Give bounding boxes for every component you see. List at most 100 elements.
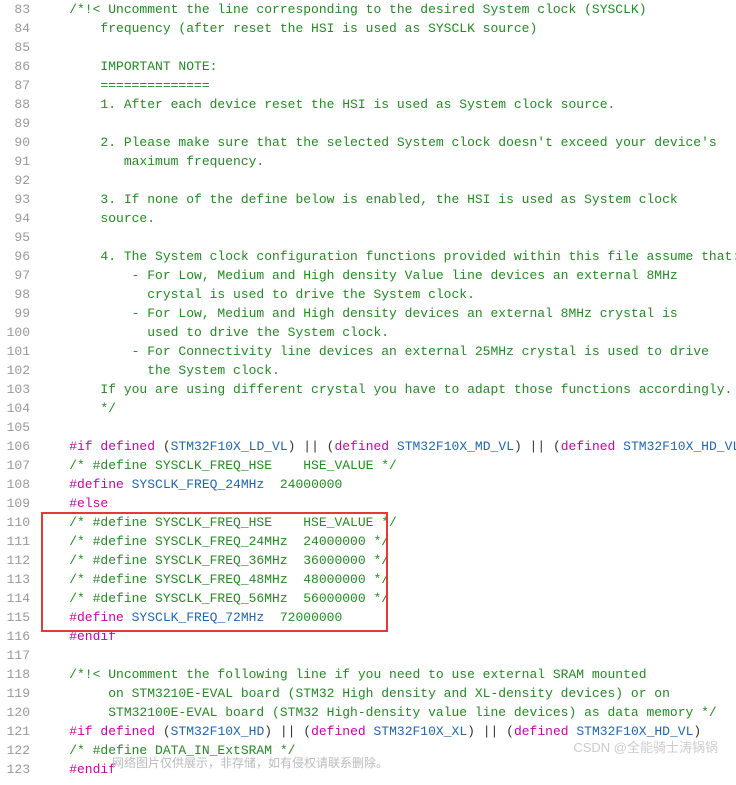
line-number: 83 — [0, 0, 30, 19]
line-number: 111 — [0, 532, 30, 551]
code-line: #endif — [38, 627, 736, 646]
line-number: 102 — [0, 361, 30, 380]
code-line: #define SYSCLK_FREQ_72MHz 72000000 — [38, 608, 736, 627]
token-plain — [38, 38, 46, 57]
code-line: /* #define SYSCLK_FREQ_36MHz 36000000 */ — [38, 551, 736, 570]
token-comment: the System clock. — [38, 361, 280, 380]
token-comment: on STM3210E-EVAL board (STM32 High densi… — [38, 684, 670, 703]
token-directive: #if defined — [38, 437, 163, 456]
token-comment: 3. If none of the define below is enable… — [38, 190, 678, 209]
code-line: ============== — [38, 76, 736, 95]
line-number: 84 — [0, 19, 30, 38]
token-comment: /* #define SYSCLK_FREQ_HSE HSE_VALUE */ — [38, 513, 397, 532]
line-number: 120 — [0, 703, 30, 722]
token-comment: /* #define SYSCLK_FREQ_24MHz 24000000 */ — [38, 532, 389, 551]
line-number: 93 — [0, 190, 30, 209]
line-number: 107 — [0, 456, 30, 475]
line-number: 91 — [0, 152, 30, 171]
token-comment: frequency (after reset the HSI is used a… — [38, 19, 537, 38]
token-comment: 1. After each device reset the HSI is us… — [38, 95, 615, 114]
token-comment: source. — [38, 209, 155, 228]
code-line: If you are using different crystal you h… — [38, 380, 736, 399]
line-number: 109 — [0, 494, 30, 513]
line-number: 90 — [0, 133, 30, 152]
token-directive: #endif — [38, 627, 116, 646]
code-line: #else — [38, 494, 736, 513]
token-comment: /* #define SYSCLK_FREQ_56MHz 56000000 */ — [38, 589, 389, 608]
line-number: 118 — [0, 665, 30, 684]
line-number: 106 — [0, 437, 30, 456]
token-plain — [38, 171, 46, 190]
token-comment: crystal is used to drive the System cloc… — [38, 285, 475, 304]
token-macro: SYSCLK_FREQ_24MHz — [132, 475, 265, 494]
code-line: #if defined (STM32F10X_HD) || (defined S… — [38, 722, 736, 741]
code-content: /*!< Uncomment the line corresponding to… — [38, 0, 736, 779]
token-comment: maximum frequency. — [38, 152, 264, 171]
token-directive: defined — [311, 722, 373, 741]
token-directive: defined — [514, 722, 576, 741]
line-number: 117 — [0, 646, 30, 665]
token-op: ( — [163, 722, 171, 741]
line-number: 108 — [0, 475, 30, 494]
token-op: ( — [163, 437, 171, 456]
token-op: ) — [693, 722, 701, 741]
token-number: 24000000 — [280, 475, 342, 494]
code-line: frequency (after reset the HSI is used a… — [38, 19, 736, 38]
line-number: 85 — [0, 38, 30, 57]
code-line: #if defined (STM32F10X_LD_VL) || (define… — [38, 437, 736, 456]
token-op: ) || ( — [467, 722, 514, 741]
code-block: 8384858687888990919293949596979899100101… — [0, 0, 736, 779]
token-macro: STM32F10X_HD_VL — [623, 437, 736, 456]
code-line — [38, 114, 736, 133]
code-line: */ — [38, 399, 736, 418]
token-number: 72000000 — [280, 608, 342, 627]
token-directive: defined — [561, 437, 623, 456]
token-comment: If you are using different crystal you h… — [38, 380, 732, 399]
token-comment: /* #define SYSCLK_FREQ_48MHz 48000000 */ — [38, 570, 389, 589]
line-number: 95 — [0, 228, 30, 247]
line-number: 86 — [0, 57, 30, 76]
token-macro: STM32F10X_HD_VL — [576, 722, 693, 741]
token-op — [264, 608, 280, 627]
token-comment: /*!< Uncomment the line corresponding to… — [38, 0, 647, 19]
code-line: 2. Please make sure that the selected Sy… — [38, 133, 736, 152]
token-comment: IMPORTANT NOTE: — [38, 57, 217, 76]
token-comment: /* #define SYSCLK_FREQ_HSE HSE_VALUE */ — [38, 456, 397, 475]
code-line: STM32100E-EVAL board (STM32 High-density… — [38, 703, 736, 722]
line-number: 122 — [0, 741, 30, 760]
line-number: 112 — [0, 551, 30, 570]
line-number: 92 — [0, 171, 30, 190]
line-number: 96 — [0, 247, 30, 266]
token-comment: - For Low, Medium and High density devic… — [38, 304, 678, 323]
token-plain — [38, 646, 46, 665]
token-comment: /*!< Uncomment the following line if you… — [38, 665, 647, 684]
line-number: 97 — [0, 266, 30, 285]
line-number: 100 — [0, 323, 30, 342]
code-line: - For Low, Medium and High density devic… — [38, 304, 736, 323]
token-op: ) || ( — [288, 437, 335, 456]
token-comment: ============== — [38, 76, 210, 95]
token-comment: /* #define DATA_IN_ExtSRAM */ — [38, 741, 295, 760]
line-number: 119 — [0, 684, 30, 703]
code-line: /*!< Uncomment the following line if you… — [38, 665, 736, 684]
code-line: 1. After each device reset the HSI is us… — [38, 95, 736, 114]
code-line: /* #define SYSCLK_FREQ_HSE HSE_VALUE */ — [38, 513, 736, 532]
code-line: 3. If none of the define below is enable… — [38, 190, 736, 209]
line-number: 99 — [0, 304, 30, 323]
token-directive: #if defined — [38, 722, 163, 741]
code-line: crystal is used to drive the System cloc… — [38, 285, 736, 304]
token-comment: - For Connectivity line devices an exter… — [38, 342, 709, 361]
token-macro: STM32F10X_XL — [374, 722, 468, 741]
line-number: 103 — [0, 380, 30, 399]
token-macro: STM32F10X_MD_VL — [397, 437, 514, 456]
code-line: on STM3210E-EVAL board (STM32 High densi… — [38, 684, 736, 703]
line-number: 113 — [0, 570, 30, 589]
line-number: 101 — [0, 342, 30, 361]
token-op: ) || ( — [514, 437, 561, 456]
token-directive: #define — [38, 475, 132, 494]
code-line: - For Connectivity line devices an exter… — [38, 342, 736, 361]
line-number-gutter: 8384858687888990919293949596979899100101… — [0, 0, 38, 779]
token-directive: #else — [38, 494, 108, 513]
line-number: 105 — [0, 418, 30, 437]
code-line: source. — [38, 209, 736, 228]
